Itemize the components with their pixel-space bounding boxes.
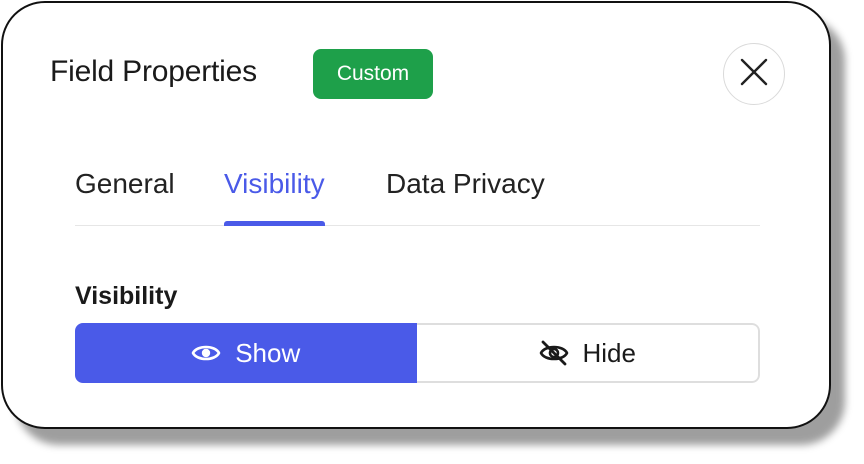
visibility-section-label: Visibility xyxy=(75,282,178,310)
hide-option-button[interactable]: Hide xyxy=(416,323,760,383)
visibility-toggle: Show Hide xyxy=(75,323,760,383)
field-properties-dialog: Field Properties Custom General Visibili… xyxy=(1,1,831,429)
show-option-button[interactable]: Show xyxy=(75,323,417,383)
show-option-label: Show xyxy=(235,337,301,368)
custom-badge: Custom xyxy=(313,49,433,99)
tab-bar: General Visibility Data Privacy xyxy=(75,163,760,226)
eye-off-icon xyxy=(539,340,569,366)
tab-visibility[interactable]: Visibility xyxy=(224,163,325,226)
eye-icon xyxy=(191,342,221,364)
dialog-title: Field Properties xyxy=(50,55,257,88)
close-icon xyxy=(739,57,769,92)
tab-data-privacy[interactable]: Data Privacy xyxy=(386,163,545,225)
close-button[interactable] xyxy=(723,43,785,105)
hide-option-label: Hide xyxy=(582,337,636,368)
tab-general[interactable]: General xyxy=(75,163,175,225)
